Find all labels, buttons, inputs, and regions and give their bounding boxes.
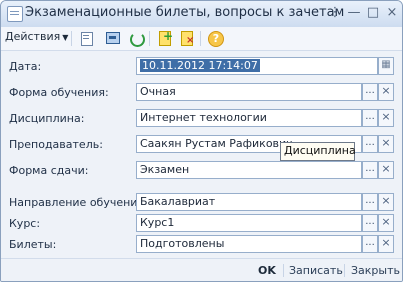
toolbar-divider xyxy=(200,31,201,46)
discipline-value: Интернет технологии xyxy=(140,111,267,124)
toolbar-divider xyxy=(149,31,150,46)
toolbar: Действия ▼ + × ? xyxy=(1,27,402,51)
refresh-button[interactable] xyxy=(127,30,145,47)
tickets-value: Подготовлены xyxy=(140,237,225,250)
actions-label: Действия xyxy=(5,30,61,43)
help-icon: ? xyxy=(208,31,224,47)
course-field[interactable]: Курс1 xyxy=(136,214,362,232)
exam-form-field[interactable]: Экзамен xyxy=(136,161,362,179)
study-form-value: Очная xyxy=(140,85,176,98)
exam-form-clear-icon[interactable]: × xyxy=(378,161,394,179)
delete-icon: × xyxy=(186,35,195,46)
add-document-button[interactable]: + xyxy=(155,30,173,47)
teacher-select-button[interactable]: ... xyxy=(362,135,378,153)
course-value: Курс1 xyxy=(140,216,175,229)
date-field[interactable]: 10.11.2012 17:14:07 xyxy=(136,57,378,75)
save-to-list-button[interactable] xyxy=(77,30,95,47)
close-button[interactable]: Закрыть xyxy=(351,264,400,277)
footer-divider xyxy=(344,264,345,277)
toolbar-divider xyxy=(71,31,72,46)
actions-menu[interactable]: Действия ▼ xyxy=(5,30,68,46)
study-form-label: Форма обучения: xyxy=(9,86,109,99)
direction-label: Направление обучения: xyxy=(9,196,148,209)
refresh-icon xyxy=(130,32,145,47)
date-label: Дата: xyxy=(9,60,42,73)
ok-button[interactable]: OK xyxy=(258,264,276,277)
date-value: 10.11.2012 17:14:07 xyxy=(140,59,260,72)
discipline-select-button[interactable]: ... xyxy=(362,109,378,127)
course-label: Курс: xyxy=(9,217,41,230)
open-record-button[interactable] xyxy=(103,30,121,47)
exam-form-value: Экзамен xyxy=(140,163,190,176)
close-icon[interactable]: × xyxy=(385,6,399,20)
minimize-icon[interactable]: — xyxy=(347,6,361,20)
save-button[interactable]: Записать xyxy=(289,264,343,277)
tickets-label: Билеты: xyxy=(9,238,57,251)
exam-form-label: Форма сдачи: xyxy=(9,164,89,177)
study-form-clear-icon[interactable]: × xyxy=(378,83,394,101)
footer-bar: OK Записать Закрыть xyxy=(1,258,402,281)
course-select-button[interactable]: ... xyxy=(362,214,378,232)
discipline-field[interactable]: Интернет технологии xyxy=(136,109,362,127)
tooltip: Дисциплина xyxy=(280,142,356,161)
study-form-select-button[interactable]: ... xyxy=(362,83,378,101)
screen-icon xyxy=(106,32,120,44)
direction-clear-icon[interactable]: × xyxy=(378,193,394,211)
help-button[interactable]: ? xyxy=(206,30,224,47)
plus-icon: + xyxy=(163,29,174,43)
document-line-icon xyxy=(83,35,89,36)
teacher-clear-icon[interactable]: × xyxy=(378,135,394,153)
delete-document-button[interactable]: × xyxy=(177,30,195,47)
tickets-field[interactable]: Подготовлены xyxy=(136,235,362,253)
document-line-icon xyxy=(83,38,89,39)
study-form-field[interactable]: Очная xyxy=(136,83,362,101)
direction-select-button[interactable]: ... xyxy=(362,193,378,211)
window-title: Экзаменационные билеты, вопросы к зачета… xyxy=(25,5,345,20)
direction-field[interactable]: Бакалавриат xyxy=(136,193,362,211)
course-clear-icon[interactable]: × xyxy=(378,214,394,232)
chevron-down-icon: ▼ xyxy=(62,33,69,42)
discipline-clear-icon[interactable]: × xyxy=(378,109,394,127)
calendar-button[interactable]: ▦ xyxy=(378,57,394,75)
maximize-icon[interactable]: □ xyxy=(366,6,380,20)
title-bar: Экзаменационные билеты, вопросы к зачета… xyxy=(1,1,402,28)
exam-form-select-button[interactable]: ... xyxy=(362,161,378,179)
teacher-label: Преподаватель: xyxy=(9,138,103,151)
discipline-label: Дисциплина: xyxy=(9,112,85,125)
form-window: Экзаменационные билеты, вопросы к зачета… xyxy=(0,0,403,282)
menu-icon[interactable]: ⋮ xyxy=(328,6,342,20)
direction-value: Бакалавриат xyxy=(140,195,216,208)
tickets-select-button[interactable]: ... xyxy=(362,235,378,253)
document-icon xyxy=(7,6,23,22)
footer-divider xyxy=(283,264,284,277)
tickets-clear-icon[interactable]: × xyxy=(378,235,394,253)
teacher-value: Саакян Рустам Рафикович xyxy=(140,137,293,150)
